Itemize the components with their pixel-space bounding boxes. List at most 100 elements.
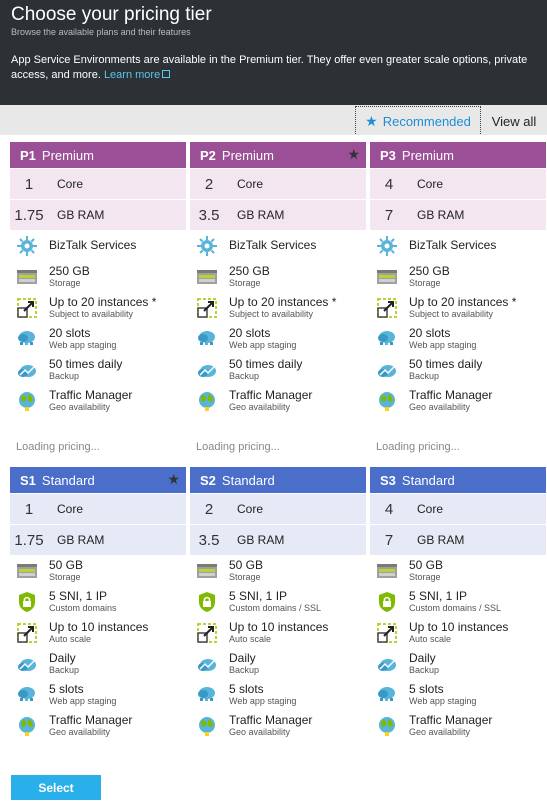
traffic-manager-icon	[376, 715, 398, 737]
tier-card-s1[interactable]: S1 Standard ★ 1 Core 1.75 GB RAM 50 GB Storage 5 …	[10, 467, 186, 754]
feature-list: 50 GB Storage 5 SNI, 1 IP Custom domains / …	[370, 555, 546, 745]
core-label: Core	[51, 169, 186, 199]
traffic-manager-icon	[16, 715, 38, 737]
tier-code: P2	[200, 147, 216, 163]
tier-card-p3[interactable]: P3 Premium 4 Core 7 GB RAM BizTalk Services 250…	[370, 142, 546, 460]
storage-icon	[196, 560, 218, 582]
core-label: Core	[411, 169, 546, 199]
tier-header: P1 Premium	[10, 142, 186, 168]
scale-icon	[16, 297, 38, 319]
star-icon: ★	[365, 112, 378, 129]
tier-card-s2[interactable]: S2 Standard 2 Core 3.5 GB RAM 50 GB Storage 5 SN…	[190, 467, 366, 754]
feature-subtitle: Geo availability	[229, 727, 291, 737]
storage-icon	[196, 266, 218, 288]
slots-icon	[376, 328, 398, 350]
feature-item: Traffic Manager Geo availability	[376, 389, 546, 420]
feature-subtitle: Subject to availability	[229, 309, 314, 319]
ram-amount: 1.75	[14, 206, 44, 224]
core-count: 2	[204, 500, 214, 518]
feature-item: Up to 20 instances * Subject to availabil…	[196, 296, 366, 327]
feature-item: 5 SNI, 1 IP Custom domains / SSL	[196, 590, 366, 621]
ram-spec: 7 GB RAM	[370, 200, 546, 230]
scale-icon	[16, 622, 38, 644]
feature-list: BizTalk Services 250 GB Storage Up to 20 in…	[10, 230, 186, 420]
storage-icon	[16, 560, 38, 582]
ram-spec: 1.75 GB RAM	[10, 200, 186, 230]
tier-card-p2[interactable]: P2 Premium ★ 2 Core 3.5 GB RAM BizTalk Services…	[190, 142, 366, 460]
biztalk-icon	[16, 235, 38, 257]
feature-item: 250 GB Storage	[376, 265, 546, 296]
feature-title: Up to 20 instances *	[229, 295, 337, 309]
tier-header: P3 Premium	[370, 142, 546, 168]
feature-title: 250 GB	[49, 264, 90, 278]
feature-list: 50 GB Storage 5 SNI, 1 IP Custom domains Up …	[10, 555, 186, 745]
tier-name: Standard	[221, 472, 275, 488]
feature-title: BizTalk Services	[229, 238, 317, 252]
core-spec: 4 Core	[370, 494, 546, 524]
traffic-manager-icon	[196, 715, 218, 737]
feature-title: 50 GB	[409, 558, 444, 572]
feature-list: BizTalk Services 250 GB Storage Up to 20 in…	[370, 230, 546, 420]
ram-spec: 3.5 GB RAM	[190, 200, 366, 230]
ram-label: GB RAM	[411, 200, 546, 230]
feature-item: 50 times daily Backup	[376, 358, 546, 389]
feature-subtitle: Storage	[49, 278, 81, 288]
biztalk-icon	[196, 235, 218, 257]
feature-title: Traffic Manager	[49, 388, 133, 402]
feature-title: 20 slots	[49, 326, 91, 340]
feature-title: Traffic Manager	[409, 388, 493, 402]
recommended-toggle[interactable]: ★ Recommended	[355, 106, 481, 136]
traffic-manager-icon	[196, 390, 218, 412]
feature-subtitle: Web app staging	[229, 696, 297, 706]
feature-subtitle: Web app staging	[409, 340, 477, 350]
view-all-toggle[interactable]: View all	[481, 106, 547, 136]
scale-icon	[376, 622, 398, 644]
feature-subtitle: Backup	[49, 665, 80, 675]
feature-item: Up to 10 instances Auto scale	[196, 621, 366, 652]
learn-more-label[interactable]: Learn more	[104, 69, 160, 81]
info-description: App Service Environments are available i…	[11, 53, 531, 83]
storage-icon	[16, 266, 38, 288]
feature-subtitle: Custom domains / SSL	[409, 603, 502, 613]
tier-card-s3[interactable]: S3 Standard 4 Core 7 GB RAM 50 GB Storage 5 SNI,…	[370, 467, 546, 754]
feature-title: 5 slots	[49, 682, 84, 696]
lock-icon	[376, 591, 398, 613]
feature-subtitle: Geo availability	[409, 727, 471, 737]
feature-title: 5 SNI, 1 IP	[229, 589, 288, 603]
feature-title: 50 times daily	[409, 357, 483, 371]
tier-header: S3 Standard	[370, 467, 546, 493]
tier-code: S3	[380, 472, 396, 488]
core-spec: 4 Core	[370, 169, 546, 199]
pricing-status: Loading pricing...	[196, 441, 280, 453]
feature-title: 250 GB	[409, 264, 450, 278]
storage-icon	[376, 560, 398, 582]
feature-title: 50 times daily	[229, 357, 303, 371]
ram-label: GB RAM	[411, 525, 546, 555]
backup-icon	[196, 653, 218, 675]
traffic-manager-icon	[376, 390, 398, 412]
feature-item: Up to 20 instances * Subject to availabil…	[16, 296, 186, 327]
select-label: Select	[38, 780, 74, 795]
feature-title: 5 SNI, 1 IP	[49, 589, 108, 603]
backup-icon	[16, 653, 38, 675]
scale-icon	[196, 622, 218, 644]
feature-item: BizTalk Services	[196, 234, 366, 265]
feature-title: Daily	[229, 651, 256, 665]
storage-icon	[376, 266, 398, 288]
learn-more-link[interactable]: Learn more	[104, 69, 171, 81]
tier-card-p1[interactable]: P1 Premium 1 Core 1.75 GB RAM BizTalk Services…	[10, 142, 186, 460]
core-label: Core	[411, 494, 546, 524]
feature-title: 5 SNI, 1 IP	[409, 589, 468, 603]
feature-item: BizTalk Services	[376, 234, 546, 265]
slots-icon	[376, 684, 398, 706]
biztalk-icon	[376, 235, 398, 257]
feature-subtitle: Storage	[409, 278, 441, 288]
tier-name: Premium	[221, 147, 274, 163]
feature-item: 5 slots Web app staging	[196, 683, 366, 714]
feature-item: Traffic Manager Geo availability	[16, 389, 186, 420]
feature-item: 5 SNI, 1 IP Custom domains / SSL	[376, 590, 546, 621]
feature-subtitle: Storage	[49, 572, 81, 582]
feature-item: BizTalk Services	[16, 234, 186, 265]
select-button[interactable]: Select	[11, 775, 101, 800]
feature-subtitle: Geo availability	[409, 402, 471, 412]
